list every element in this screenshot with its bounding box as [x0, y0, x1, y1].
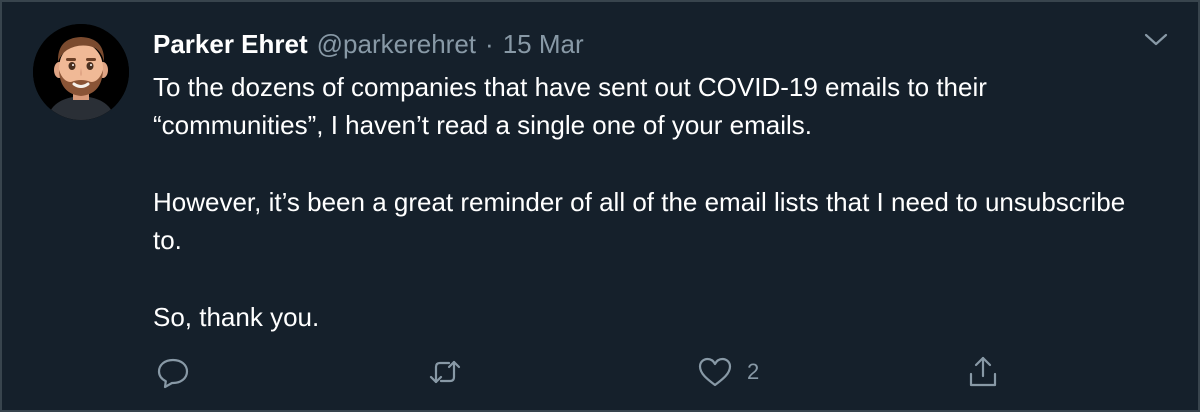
- tweet-date[interactable]: 15 Mar: [503, 29, 584, 60]
- retweet-button[interactable]: [425, 352, 465, 392]
- avatar[interactable]: [33, 24, 129, 120]
- like-count: 2: [747, 359, 760, 384]
- retweet-icon: [429, 360, 461, 384]
- heart-icon: [698, 357, 732, 387]
- memoji-avatar-image: [33, 24, 129, 120]
- tweet-actions: 2: [153, 352, 1013, 392]
- reply-button[interactable]: [153, 352, 193, 392]
- tweet-header: Parker Ehret @parkerehret · 15 Mar: [153, 26, 584, 62]
- like-button[interactable]: 2: [695, 352, 759, 392]
- tweet-paragraph: However, it’s been a great reminder of a…: [153, 187, 1126, 255]
- share-button[interactable]: [963, 352, 1003, 392]
- author-name[interactable]: Parker Ehret: [153, 29, 308, 60]
- chevron-down-icon: [1144, 33, 1168, 46]
- tweet-paragraph: To the dozens of companies that have sen…: [153, 72, 987, 140]
- author-handle[interactable]: @parkerehret: [317, 29, 476, 60]
- reply-icon: [157, 358, 189, 389]
- more-menu-button[interactable]: [1142, 28, 1170, 52]
- tweet-card[interactable]: Parker Ehret @parkerehret · 15 Mar To th…: [0, 0, 1200, 412]
- tweet-paragraph: So, thank you.: [153, 302, 320, 332]
- share-icon: [969, 356, 997, 387]
- separator-dot: ·: [485, 28, 494, 59]
- tweet-text: To the dozens of companies that have sen…: [153, 68, 1143, 336]
